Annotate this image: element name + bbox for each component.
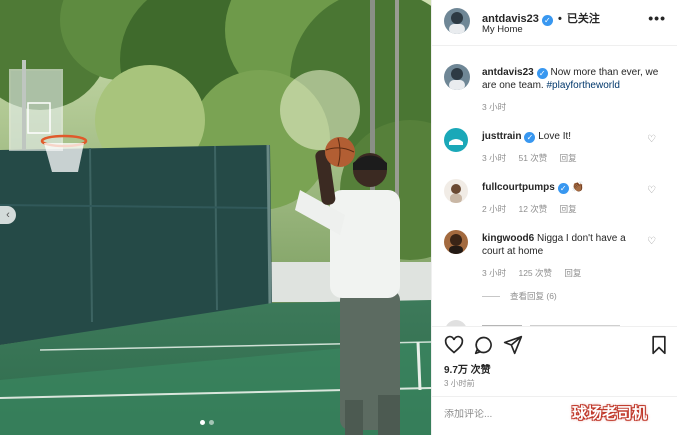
commenter-avatar[interactable] bbox=[444, 128, 468, 152]
comment-bubble-icon[interactable] bbox=[474, 335, 494, 355]
post-timestamp: 3 小时前 bbox=[444, 379, 475, 388]
comment-time: 3 小时 bbox=[482, 268, 507, 278]
commenter-avatar-image bbox=[444, 230, 468, 254]
post-photo[interactable]: ‹ bbox=[0, 0, 431, 435]
comment-heart-icon[interactable]: ♡ bbox=[647, 134, 656, 145]
caption-username[interactable]: antdavis23 bbox=[482, 67, 534, 78]
post-location[interactable]: My Home bbox=[482, 24, 523, 35]
verified-badge-icon: ✓ bbox=[536, 68, 548, 79]
author-avatar[interactable] bbox=[444, 8, 470, 34]
carousel-dots bbox=[200, 420, 214, 425]
comment-meta: 2 小时 12 次赞 回复 bbox=[482, 203, 587, 215]
view-replies-label: 查看回复 (6) bbox=[510, 291, 557, 301]
verified-badge-icon: ✓ bbox=[541, 15, 553, 26]
comment-text: Love It! bbox=[538, 131, 572, 142]
carousel-dot bbox=[209, 420, 214, 425]
author-avatar[interactable] bbox=[444, 64, 470, 90]
comment-username[interactable]: kingwood6 bbox=[482, 233, 534, 244]
comment-time: 3 小时 bbox=[482, 153, 507, 163]
commenter-avatar-image bbox=[444, 179, 468, 203]
comment-reply-button[interactable]: 回复 bbox=[564, 268, 581, 278]
comment-like-count[interactable]: 12 次赞 bbox=[518, 204, 547, 214]
comment-heart-icon[interactable]: ♡ bbox=[647, 236, 656, 247]
commenter-avatar[interactable] bbox=[444, 179, 468, 203]
caption-hashtag-link[interactable]: #playfortheworld bbox=[547, 80, 620, 91]
author-avatar-image bbox=[444, 64, 470, 90]
more-options-icon[interactable]: ••• bbox=[648, 10, 666, 26]
comment-time: 2 小时 bbox=[482, 204, 507, 214]
comment-meta: 3 小时 51 次赞 回复 bbox=[482, 152, 587, 164]
basketball-court-photo bbox=[0, 0, 431, 435]
send-paper-plane-icon[interactable] bbox=[503, 335, 523, 355]
view-replies-link[interactable]: 查看回复 (6) bbox=[482, 290, 557, 302]
post-header: antdavis23 ✓ • 已关注 My Home ••• bbox=[432, 0, 677, 46]
comment-text: 👏🏾 bbox=[571, 182, 585, 193]
view-replies-line bbox=[482, 296, 500, 298]
author-avatar-image bbox=[444, 8, 470, 34]
comment-username[interactable]: fullcourtpumps bbox=[482, 182, 555, 193]
post-details-panel: antdavis23 ✓ • 已关注 My Home ••• antdavis23… bbox=[431, 0, 677, 435]
carousel-dot bbox=[200, 420, 205, 425]
follow-status-button[interactable]: 已关注 bbox=[567, 13, 600, 25]
comment-meta: 3 小时 125 次赞 回复 bbox=[482, 267, 591, 279]
verified-badge-icon: ✓ bbox=[524, 132, 536, 143]
commenter-avatar-image bbox=[444, 128, 468, 152]
comment-like-count[interactable]: 125 次赞 bbox=[518, 268, 552, 278]
comment-like-count[interactable]: 51 次赞 bbox=[518, 153, 547, 163]
comment-heart-icon[interactable]: ♡ bbox=[647, 185, 656, 196]
post-action-bar: 9.7万 次赞 3 小时前 bbox=[432, 326, 677, 388]
comment-reply-button[interactable]: 回复 bbox=[560, 153, 577, 163]
heart-icon[interactable] bbox=[444, 335, 464, 355]
caption-timestamp: 3 小时 bbox=[482, 102, 507, 112]
verified-badge-icon: ✓ bbox=[557, 183, 569, 194]
separator-dot: • bbox=[557, 13, 562, 25]
add-comment-input[interactable] bbox=[444, 409, 564, 420]
watermark: 球场老司机 bbox=[572, 404, 648, 422]
bookmark-icon[interactable] bbox=[650, 335, 668, 355]
commenter-avatar[interactable] bbox=[444, 230, 468, 254]
like-count[interactable]: 9.7万 次赞 bbox=[444, 361, 491, 376]
comment-username[interactable]: justtrain bbox=[482, 131, 521, 142]
comment-reply-button[interactable]: 回复 bbox=[560, 204, 577, 214]
